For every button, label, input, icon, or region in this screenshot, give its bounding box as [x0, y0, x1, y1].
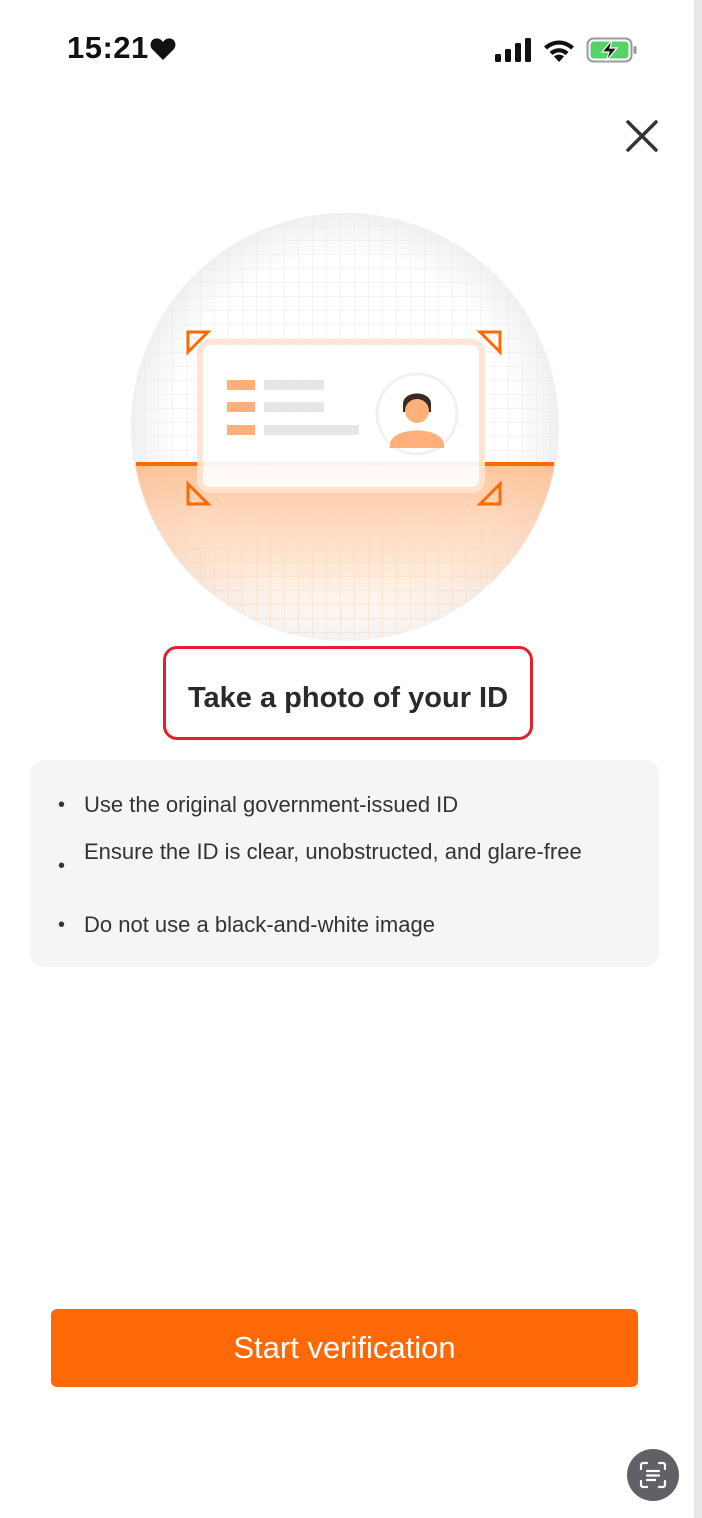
tip-bullet: •: [58, 855, 66, 877]
tips-card: • Use the original government-issued ID …: [30, 760, 659, 967]
page-title: Take a photo of your ID: [187, 681, 509, 714]
close-button[interactable]: [614, 108, 670, 164]
heart-icon: [150, 38, 176, 60]
tip-bullet: •: [58, 794, 66, 816]
text-scan-button[interactable]: [627, 1449, 679, 1501]
start-verification-button[interactable]: Start verification: [51, 1309, 638, 1387]
edge-strip: [694, 0, 702, 1518]
verification-screen: 15:21 Take a photo of your ID • Use the …: [0, 0, 702, 1518]
title-highlight-box: Take a photo of your ID: [163, 646, 533, 740]
tip-text: Ensure the ID is clear, unobstructed, an…: [84, 839, 582, 864]
cellular-signal-icon: [495, 38, 531, 62]
text-scan-icon: [639, 1461, 667, 1489]
battery-charging-icon: [586, 37, 637, 63]
tip-text: Use the original government-issued ID: [84, 792, 459, 817]
wifi-icon: [544, 40, 574, 62]
close-icon: [626, 120, 658, 152]
id-card-scan-illustration: [131, 213, 559, 641]
tip-text: Do not use a black-and-white image: [84, 912, 435, 937]
status-time: 15:21: [67, 30, 149, 65]
tip-bullet: •: [58, 914, 66, 936]
status-bar: 15:21: [0, 0, 694, 100]
